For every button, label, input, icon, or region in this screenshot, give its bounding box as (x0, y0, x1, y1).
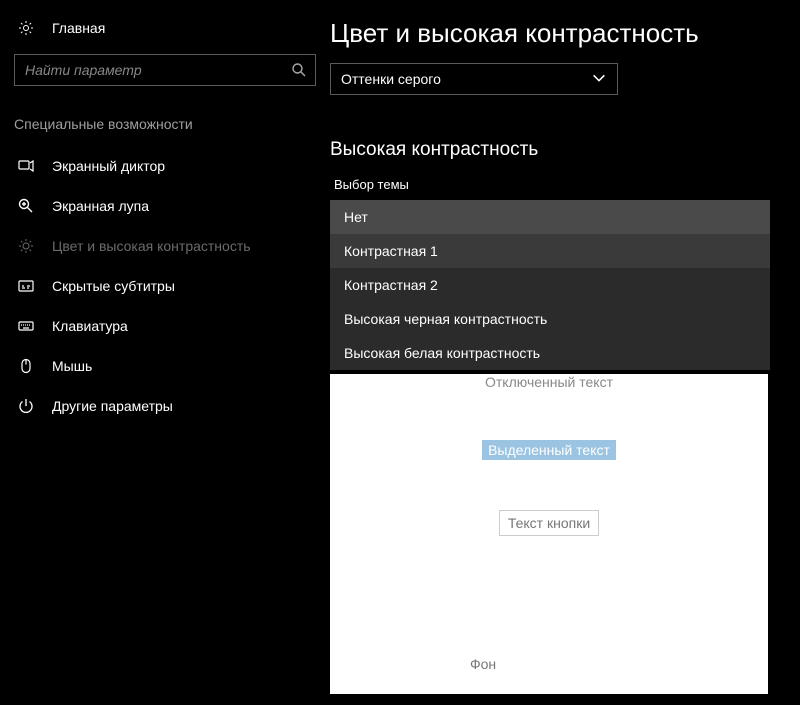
captions-icon (18, 278, 38, 294)
narrator-icon (18, 158, 38, 174)
nav-label: Цвет и высокая контрастность (52, 238, 251, 254)
theme-option-high-black[interactable]: Высокая черная контрастность (330, 302, 770, 336)
theme-preview-panel: Отключенный текст Выделенный текст Текст… (330, 374, 768, 694)
chevron-down-icon (591, 70, 607, 89)
nav-label: Скрытые субтитры (52, 278, 175, 294)
main-content: Цвет и высокая контрастность Оттенки сер… (330, 0, 800, 705)
power-icon (18, 398, 38, 414)
home-label: Главная (52, 20, 105, 36)
sidebar-item-keyboard[interactable]: Клавиатура (0, 306, 330, 346)
preview-button-text: Текст кнопки (499, 510, 599, 536)
preview-background-label: Фон (470, 656, 496, 672)
sidebar-item-magnifier[interactable]: Экранная лупа (0, 186, 330, 226)
grayscale-select[interactable]: Оттенки серого (330, 63, 618, 95)
nav-label: Другие параметры (52, 398, 173, 414)
preview-highlighted-text: Выделенный текст (482, 440, 616, 460)
search-input-container[interactable] (14, 54, 316, 86)
sidebar-item-mouse[interactable]: Мышь (0, 346, 330, 386)
theme-option-contrast2[interactable]: Контрастная 2 (330, 268, 770, 302)
theme-option-high-white[interactable]: Высокая белая контрастность (330, 336, 770, 370)
search-input[interactable] (25, 62, 291, 78)
section-title-high-contrast: Высокая контрастность (330, 139, 800, 177)
sidebar-item-narrator[interactable]: Экранный диктор (0, 146, 330, 186)
sidebar-item-color-contrast[interactable]: Цвет и высокая контрастность (0, 226, 330, 266)
nav-group-header: Специальные возможности (0, 116, 330, 146)
search-icon (291, 62, 307, 78)
mouse-icon (18, 358, 38, 374)
theme-dropdown-list: Нет Контрастная 1 Контрастная 2 Высокая … (330, 200, 770, 370)
nav-label: Экранная лупа (52, 198, 149, 214)
theme-option-none[interactable]: Нет (330, 200, 770, 234)
magnifier-icon (18, 198, 38, 214)
sidebar-item-home[interactable]: Главная (0, 12, 330, 54)
page-title: Цвет и высокая контрастность (330, 18, 800, 63)
sidebar-item-captions[interactable]: Скрытые субтитры (0, 266, 330, 306)
nav-label: Мышь (52, 358, 92, 374)
brightness-icon (18, 238, 38, 254)
sidebar-item-other[interactable]: Другие параметры (0, 386, 330, 426)
nav-label: Клавиатура (52, 318, 128, 334)
grayscale-select-value: Оттенки серого (341, 71, 441, 87)
gear-icon (18, 20, 38, 36)
theme-select-label: Выбор темы (334, 177, 800, 194)
preview-disabled-text: Отключенный текст (330, 374, 768, 390)
sidebar: Главная Специальные возможности Экранный… (0, 0, 330, 705)
keyboard-icon (18, 318, 38, 334)
theme-option-contrast1[interactable]: Контрастная 1 (330, 234, 770, 268)
nav-label: Экранный диктор (52, 158, 165, 174)
